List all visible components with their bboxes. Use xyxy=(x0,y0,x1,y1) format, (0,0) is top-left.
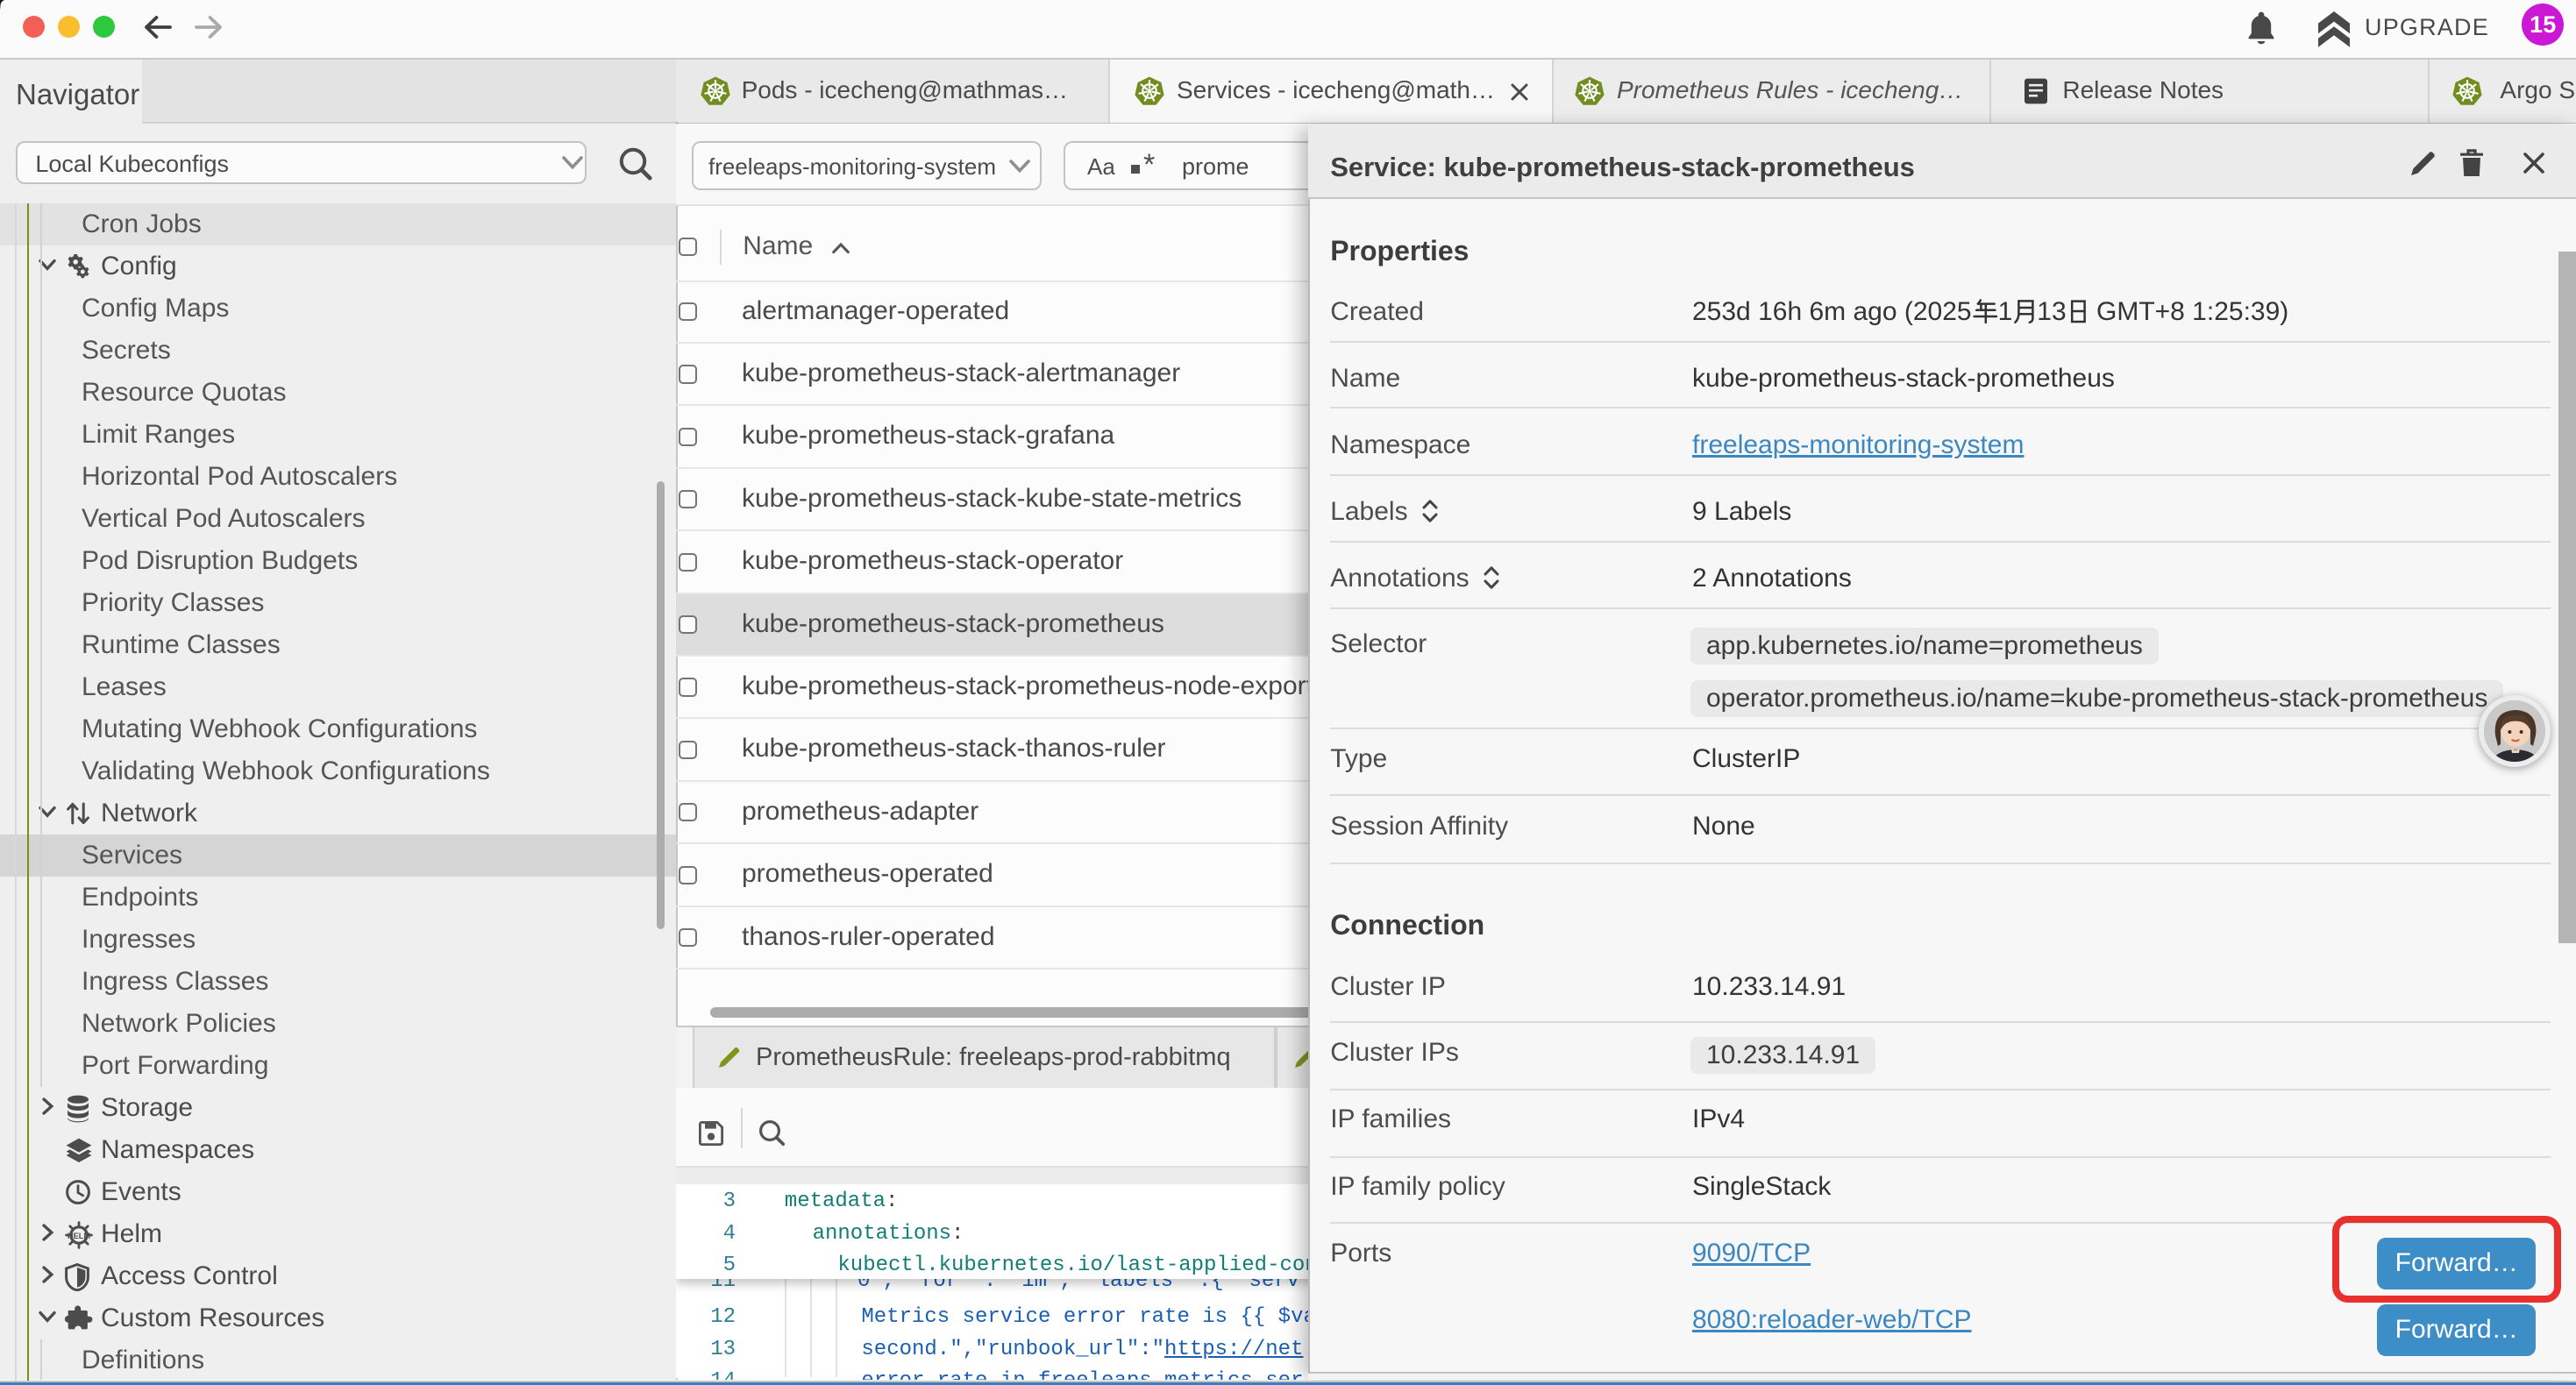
svg-text:HELM: HELM xyxy=(68,1232,90,1240)
